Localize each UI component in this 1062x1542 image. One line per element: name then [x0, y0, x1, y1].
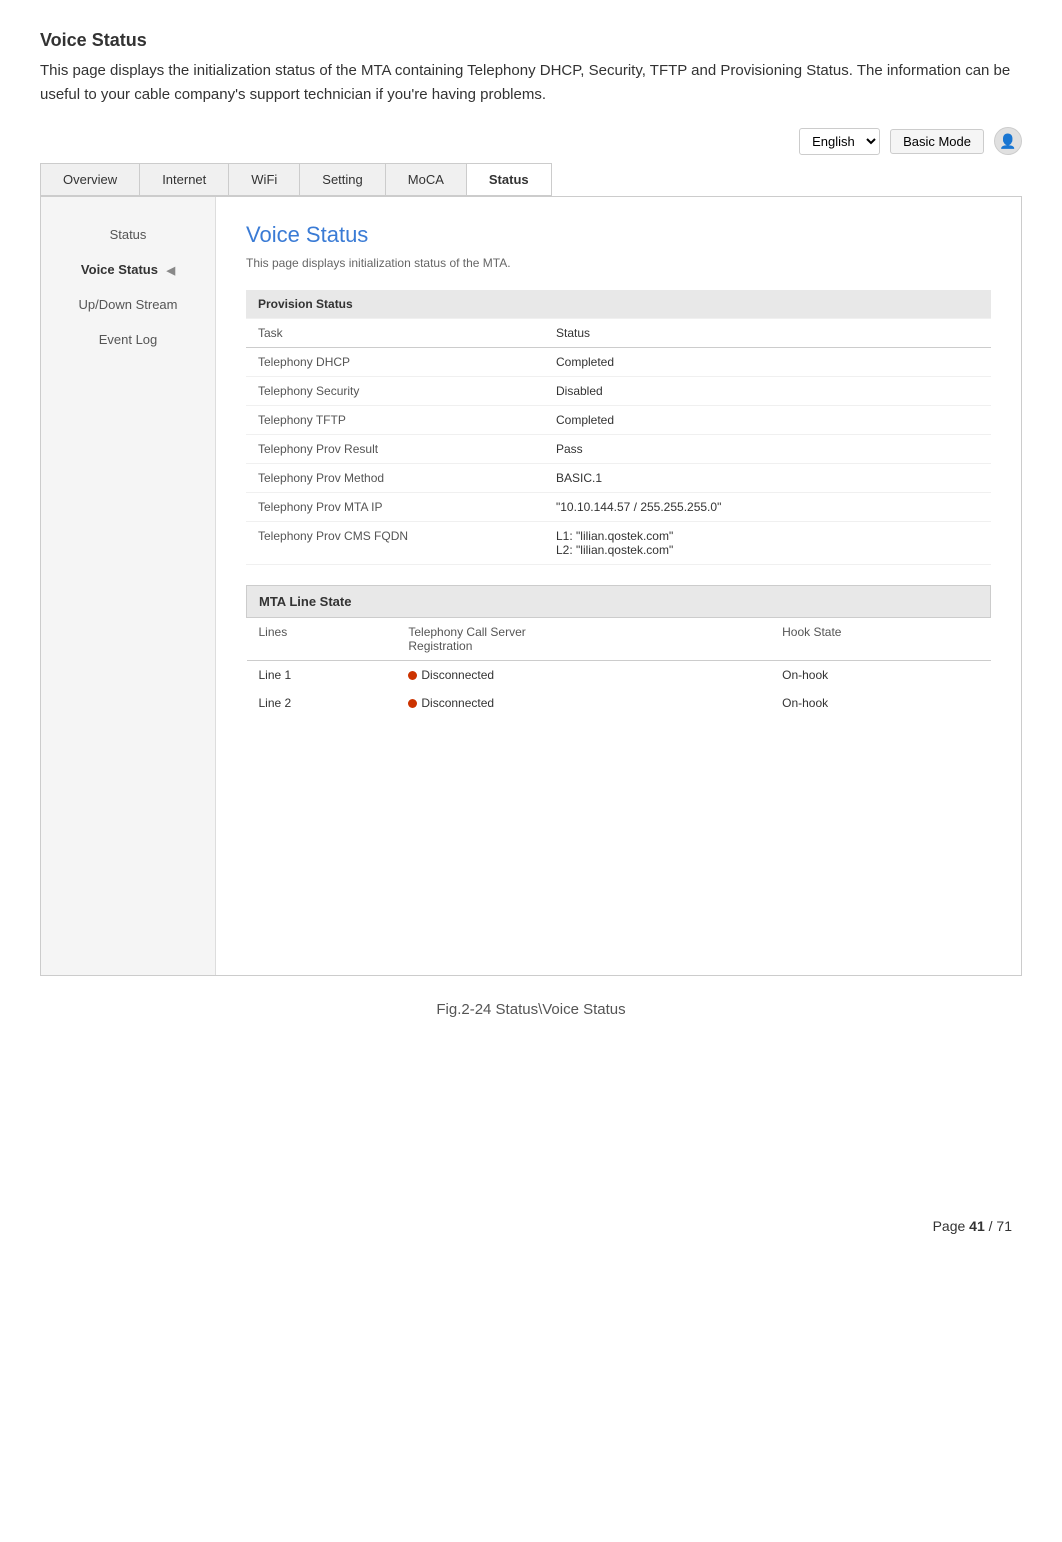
mta-header: MTA Line State: [247, 586, 991, 618]
table-row: Telephony Security Disabled: [246, 377, 991, 406]
content-subtitle: This page displays initialization status…: [246, 256, 991, 270]
sidebar-item-event-log[interactable]: Event Log: [41, 322, 215, 357]
sidebar-item-voice-status[interactable]: Voice Status ◀: [41, 252, 215, 287]
page-current: 41: [969, 1218, 985, 1234]
sidebar-item-updown-stream[interactable]: Up/Down Stream: [41, 287, 215, 322]
table-row: Line 2 Disconnected On-hook: [247, 689, 991, 717]
tab-setting[interactable]: Setting: [300, 164, 385, 195]
dot-disconnected-2: [408, 699, 417, 708]
basic-mode-button[interactable]: Basic Mode: [890, 129, 984, 154]
sidebar: Status Voice Status ◀ Up/Down Stream Eve…: [41, 197, 216, 975]
figure-caption: Fig.2-24 Status\Voice Status: [40, 1001, 1022, 1018]
table-row: Telephony Prov MTA IP "10.10.144.57 / 25…: [246, 493, 991, 522]
table-row: Telephony Prov Method BASIC.1: [246, 464, 991, 493]
col-registration-header: Telephony Call ServerRegistration: [396, 618, 770, 661]
page-header-title: Voice Status: [40, 30, 1022, 51]
tab-moca[interactable]: MoCA: [386, 164, 467, 195]
page-number: Page 41 / 71: [40, 1218, 1022, 1234]
mta-table: MTA Line State Lines Telephony Call Serv…: [246, 585, 991, 717]
top-bar: English Basic Mode 👤: [40, 127, 1022, 155]
table-row: Telephony DHCP Completed: [246, 348, 991, 377]
cms-fqdn-l1: L1: "lilian.qostek.com": [556, 529, 979, 543]
page-header-desc: This page displays the initialization st…: [40, 59, 1022, 107]
user-icon[interactable]: 👤: [994, 127, 1022, 155]
nav-tabs: Overview Internet WiFi Setting MoCA Stat…: [40, 163, 552, 196]
table-row: Line 1 Disconnected On-hook: [247, 661, 991, 690]
provision-header: Provision Status: [246, 290, 991, 319]
page-text: Page: [933, 1218, 970, 1234]
tab-wifi[interactable]: WiFi: [229, 164, 300, 195]
content-panel: Voice Status This page displays initiali…: [216, 197, 1021, 975]
content-title: Voice Status: [246, 222, 991, 248]
col-status-header: Status: [544, 319, 991, 348]
col-task-header: Task: [246, 319, 544, 348]
table-row: Telephony Prov Result Pass: [246, 435, 991, 464]
language-select[interactable]: English: [799, 128, 880, 155]
table-row: Telephony Prov CMS FQDN L1: "lilian.qost…: [246, 522, 991, 565]
main-layout: Status Voice Status ◀ Up/Down Stream Eve…: [40, 196, 1022, 976]
col-lines-header: Lines: [247, 618, 397, 661]
cms-fqdn-l2: L2: "lilian.qostek.com": [556, 543, 979, 557]
table-row: Telephony TFTP Completed: [246, 406, 991, 435]
tab-overview[interactable]: Overview: [41, 164, 140, 195]
page-separator: /: [985, 1218, 997, 1234]
tab-internet[interactable]: Internet: [140, 164, 229, 195]
sidebar-item-status[interactable]: Status: [41, 217, 215, 252]
dot-disconnected-1: [408, 671, 417, 680]
tab-status[interactable]: Status: [467, 164, 551, 195]
provision-table: Provision Status Task Status Telephony D…: [246, 290, 991, 565]
page-total: 71: [996, 1218, 1012, 1234]
col-hook-header: Hook State: [770, 618, 990, 661]
sidebar-arrow-icon: ◀: [167, 264, 175, 277]
